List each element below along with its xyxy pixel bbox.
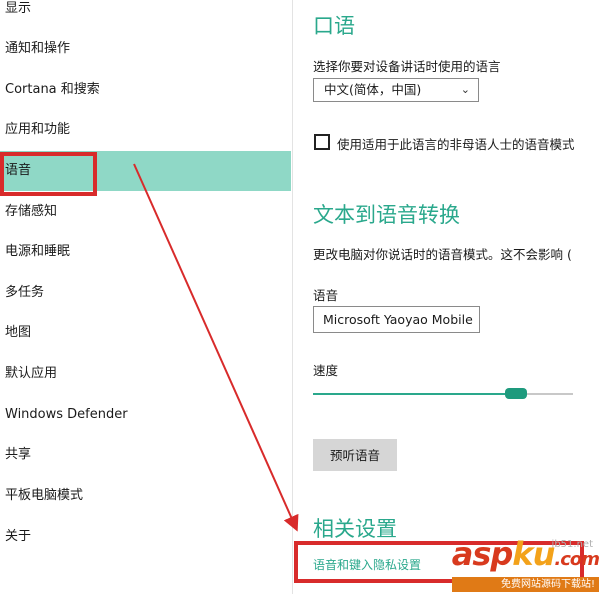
watermark-brand-b: ku	[512, 535, 555, 573]
watermark-logo: aspku.com 免费网站源码下载站!	[451, 535, 600, 592]
watermark-brand-c: .com	[554, 549, 600, 570]
watermark-tagline: 免费网站源码下载站!	[451, 577, 599, 592]
annotation-arrow	[133, 163, 299, 532]
watermark-brand-a: asp	[451, 535, 514, 573]
